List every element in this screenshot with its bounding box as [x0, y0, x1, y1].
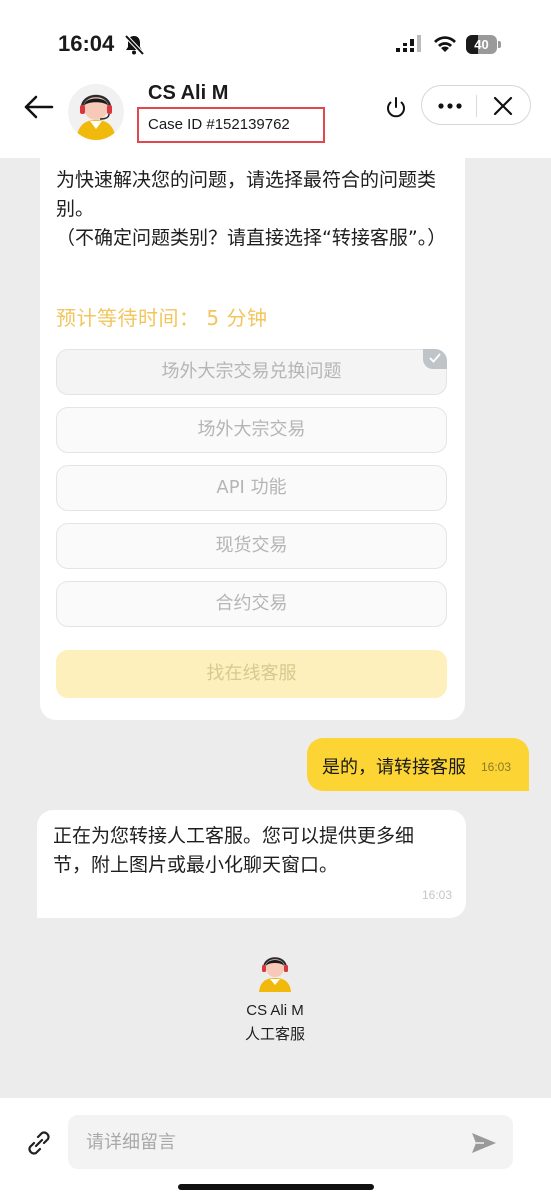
more-icon[interactable]	[436, 97, 464, 115]
agent-joined-card: CS Ali M 人工客服	[175, 950, 375, 1044]
agent-card-role: 人工客服	[244, 1025, 305, 1043]
header-actions	[421, 85, 531, 125]
divider	[476, 95, 477, 117]
wifi-icon	[434, 36, 456, 52]
wait-time: 预计等待时间： 5 分钟	[56, 306, 268, 330]
user-message-time: 16:03	[481, 760, 512, 774]
option-futures[interactable]: 合约交易	[56, 581, 447, 627]
case-id-highlight: Case ID #152139762	[137, 107, 325, 143]
back-arrow-icon[interactable]	[22, 92, 56, 122]
option-otc[interactable]: 场外大宗交易	[56, 407, 447, 453]
option-api[interactable]: API 功能	[56, 465, 447, 511]
option-label: 合约交易	[215, 593, 288, 614]
selected-check-icon	[423, 349, 447, 369]
composer-bar	[0, 1098, 551, 1200]
bot-message-bubble: 正在为您转接人工客服。您可以提供更多细节，附上图片或最小化聊天窗口。 16:03	[37, 810, 466, 918]
user-message-text: 是的，请转接客服	[322, 757, 466, 778]
agent-card-name: CS Ali M	[246, 1002, 304, 1019]
agent-avatar	[259, 957, 291, 992]
avatar	[68, 84, 124, 140]
agent-name: CS Ali M	[148, 82, 229, 104]
power-icon[interactable]	[384, 95, 408, 121]
bell-muted-icon	[124, 34, 145, 56]
cellular-signal-icon	[396, 35, 421, 52]
bot-message-text: 正在为您转接人工客服。您可以提供更多细节，附上图片或最小化聊天窗口。	[53, 825, 415, 876]
option-spot[interactable]: 现货交易	[56, 523, 447, 569]
battery-level: 40	[474, 37, 489, 52]
option-label: 现货交易	[215, 535, 288, 556]
status-bar: 16:04 40	[0, 0, 551, 78]
online-agent-button[interactable]: 找在线客服	[56, 650, 447, 698]
category-message-card: 为快速解决您的问题，请选择最符合的问题类别。 （不确定问题类别？请直接选择“转接…	[40, 158, 465, 720]
chat-header: CS Ali M Case ID #152139762	[0, 78, 551, 158]
option-label: 场外大宗交易兑换问题	[161, 361, 342, 382]
home-indicator	[178, 1184, 374, 1190]
user-message-bubble: 是的，请转接客服 16:03	[307, 738, 529, 791]
intro-line-2: （不确定问题类别？请直接选择“转接客服”。）	[56, 227, 447, 249]
case-id: Case ID #152139762	[148, 116, 290, 133]
intro-line-1: 为快速解决您的问题，请选择最符合的问题类别。	[56, 169, 437, 220]
option-label: API 功能	[216, 477, 287, 498]
option-otc-exchange[interactable]: 场外大宗交易兑换问题	[56, 349, 447, 395]
message-input[interactable]	[68, 1115, 513, 1169]
bot-message-time: 16:03	[421, 888, 452, 902]
send-icon[interactable]	[470, 1131, 498, 1155]
attachment-link-icon[interactable]	[22, 1126, 56, 1160]
close-icon[interactable]	[492, 95, 514, 117]
status-time: 16:04	[58, 31, 115, 56]
option-label: 场外大宗交易	[197, 419, 306, 440]
battery-indicator: 40	[466, 35, 502, 54]
intro-message: 为快速解决您的问题，请选择最符合的问题类别。 （不确定问题类别？请直接选择“转接…	[56, 166, 451, 253]
